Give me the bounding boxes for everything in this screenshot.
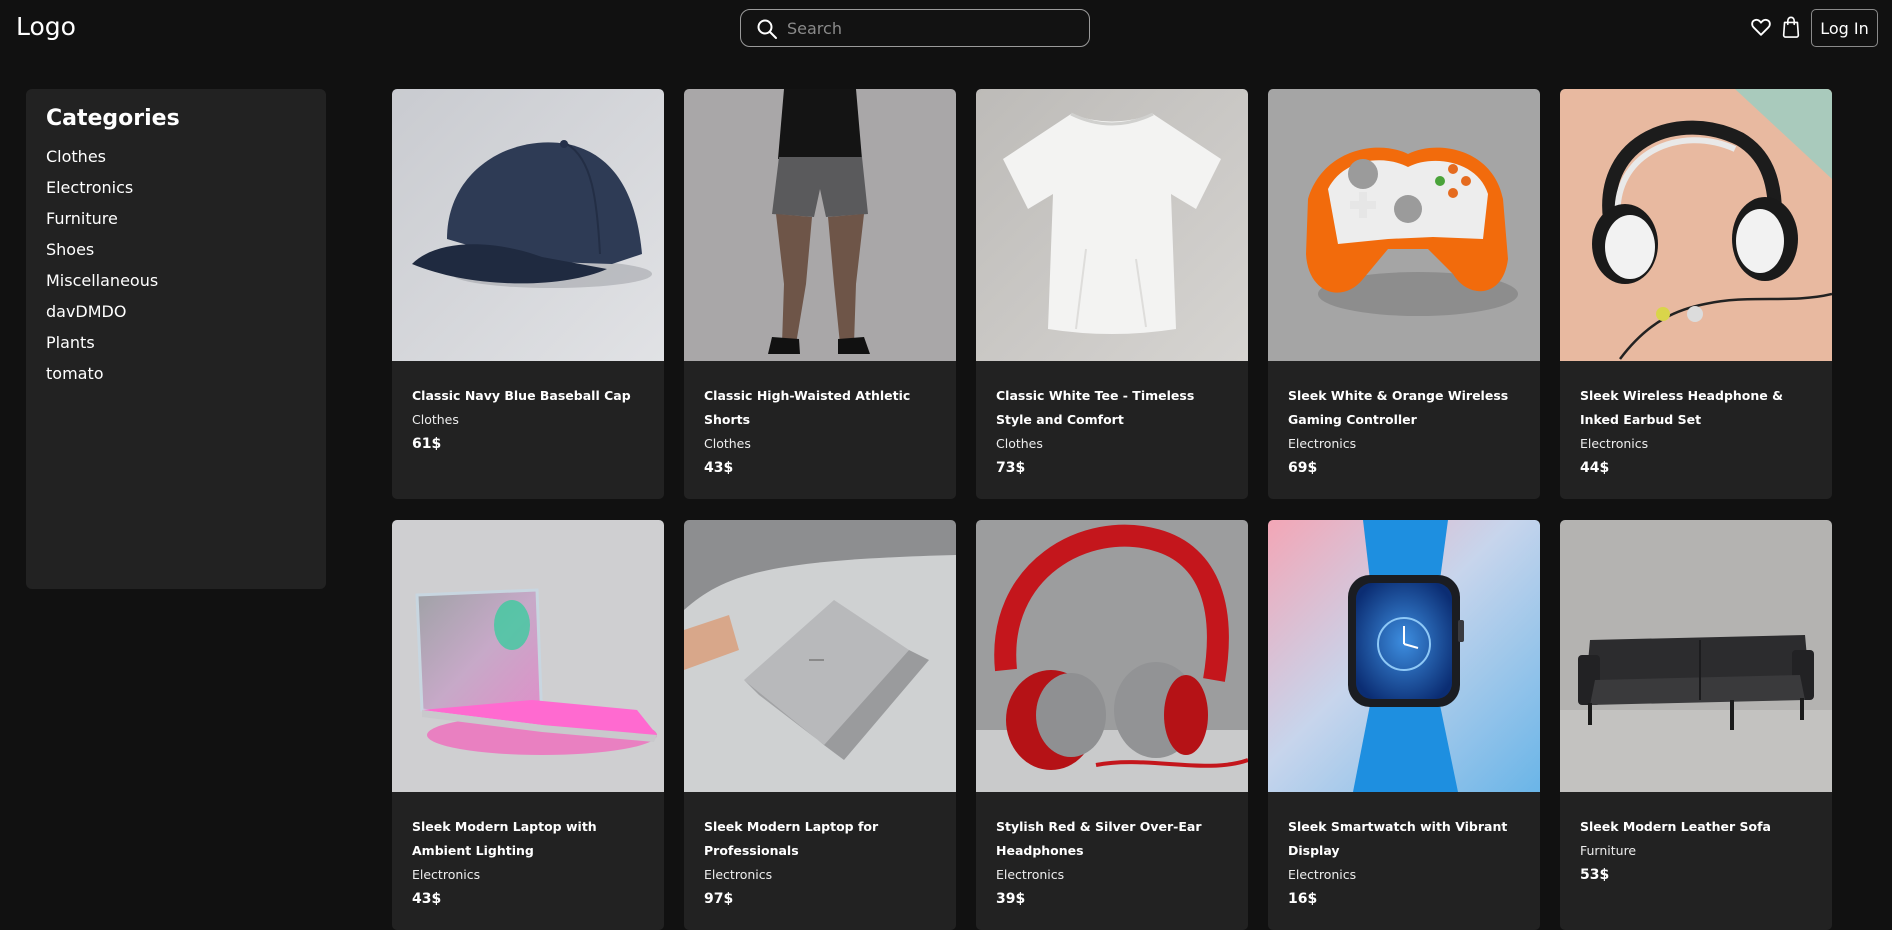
product-category: Electronics [412,867,481,882]
product-image-red-headphones[interactable] [976,520,1248,792]
login-button[interactable]: Log In [1811,9,1878,47]
product-card[interactable]: Sleek Modern Laptop for Professionals El… [684,520,956,930]
product-title[interactable]: Sleek White & Orange Wireless Gaming Con… [1288,384,1524,432]
product-price: 69$ [1288,460,1318,476]
product-title[interactable]: Classic White Tee - Timeless Style and C… [996,384,1232,432]
product-price: 16$ [1288,891,1318,907]
product-image-tee[interactable] [976,89,1248,361]
product-category: Electronics [704,867,773,882]
shopping-bag-icon[interactable] [1781,16,1801,38]
product-price: 39$ [996,891,1026,907]
category-item-furniture[interactable]: Furniture [46,208,158,239]
product-image-controller[interactable] [1268,89,1540,361]
product-card[interactable]: Sleek Modern Laptop with Ambient Lightin… [392,520,664,930]
product-title[interactable]: Sleek Smartwatch with Vibrant Display [1288,815,1524,863]
product-image-cap[interactable] [392,89,664,361]
product-title[interactable]: Classic Navy Blue Baseball Cap [412,384,648,408]
product-image-shorts[interactable] [684,89,956,361]
product-image-headphones-earbuds[interactable] [1560,89,1832,361]
product-card[interactable]: Sleek White & Orange Wireless Gaming Con… [1268,89,1540,499]
category-item-clothes[interactable]: Clothes [46,146,158,177]
product-category: Electronics [1580,436,1649,451]
heart-icon[interactable] [1750,16,1772,38]
product-price: 43$ [704,460,734,476]
product-card[interactable]: Sleek Smartwatch with Vibrant Display El… [1268,520,1540,930]
category-item-tomato[interactable]: tomato [46,363,158,394]
category-item-shoes[interactable]: Shoes [46,239,158,270]
sidebar-title: Categories [46,106,180,131]
product-title[interactable]: Sleek Modern Laptop with Ambient Lightin… [412,815,648,863]
product-image-smartwatch[interactable] [1268,520,1540,792]
product-category: Clothes [412,412,459,427]
product-title[interactable]: Stylish Red & Silver Over-Ear Headphones [996,815,1232,863]
product-title[interactable]: Sleek Wireless Headphone & Inked Earbud … [1580,384,1816,432]
product-price: 97$ [704,891,734,907]
product-category: Clothes [704,436,751,451]
product-category: Electronics [996,867,1065,882]
product-card[interactable]: Stylish Red & Silver Over-Ear Headphones… [976,520,1248,930]
product-price: 73$ [996,460,1026,476]
category-item-miscellaneous[interactable]: Miscellaneous [46,270,158,301]
product-title[interactable]: Sleek Modern Laptop for Professionals [704,815,940,863]
search-icon[interactable] [756,18,778,40]
product-card[interactable]: Sleek Modern Leather Sofa Furniture 53$ [1560,520,1832,930]
product-category: Electronics [1288,867,1357,882]
product-card[interactable]: Classic White Tee - Timeless Style and C… [976,89,1248,499]
category-item-plants[interactable]: Plants [46,332,158,363]
category-item-davdmdo[interactable]: davDMDO [46,301,158,332]
search-bar[interactable] [740,9,1090,47]
product-price: 44$ [1580,460,1610,476]
product-image-laptop-ambient[interactable] [392,520,664,792]
logo[interactable]: Logo [16,12,76,41]
category-list: Clothes Electronics Furniture Shoes Misc… [46,146,158,394]
category-item-electronics[interactable]: Electronics [46,177,158,208]
product-title[interactable]: Sleek Modern Leather Sofa [1580,815,1816,839]
product-category: Furniture [1580,843,1637,858]
product-price: 43$ [412,891,442,907]
product-category: Electronics [1288,436,1357,451]
search-input[interactable] [787,15,1077,41]
product-price: 53$ [1580,867,1610,883]
product-image-sofa[interactable] [1560,520,1832,792]
product-price: 61$ [412,436,442,452]
product-card[interactable]: Sleek Wireless Headphone & Inked Earbud … [1560,89,1832,499]
categories-sidebar: Categories Clothes Electronics Furniture… [26,89,326,589]
product-title[interactable]: Classic High-Waisted Athletic Shorts [704,384,940,432]
product-card[interactable]: Classic High-Waisted Athletic Shorts Clo… [684,89,956,499]
top-bar: Logo Log In [0,0,1892,56]
product-card[interactable]: Classic Navy Blue Baseball Cap Clothes 6… [392,89,664,499]
product-category: Clothes [996,436,1043,451]
product-image-laptop-professional[interactable] [684,520,956,792]
